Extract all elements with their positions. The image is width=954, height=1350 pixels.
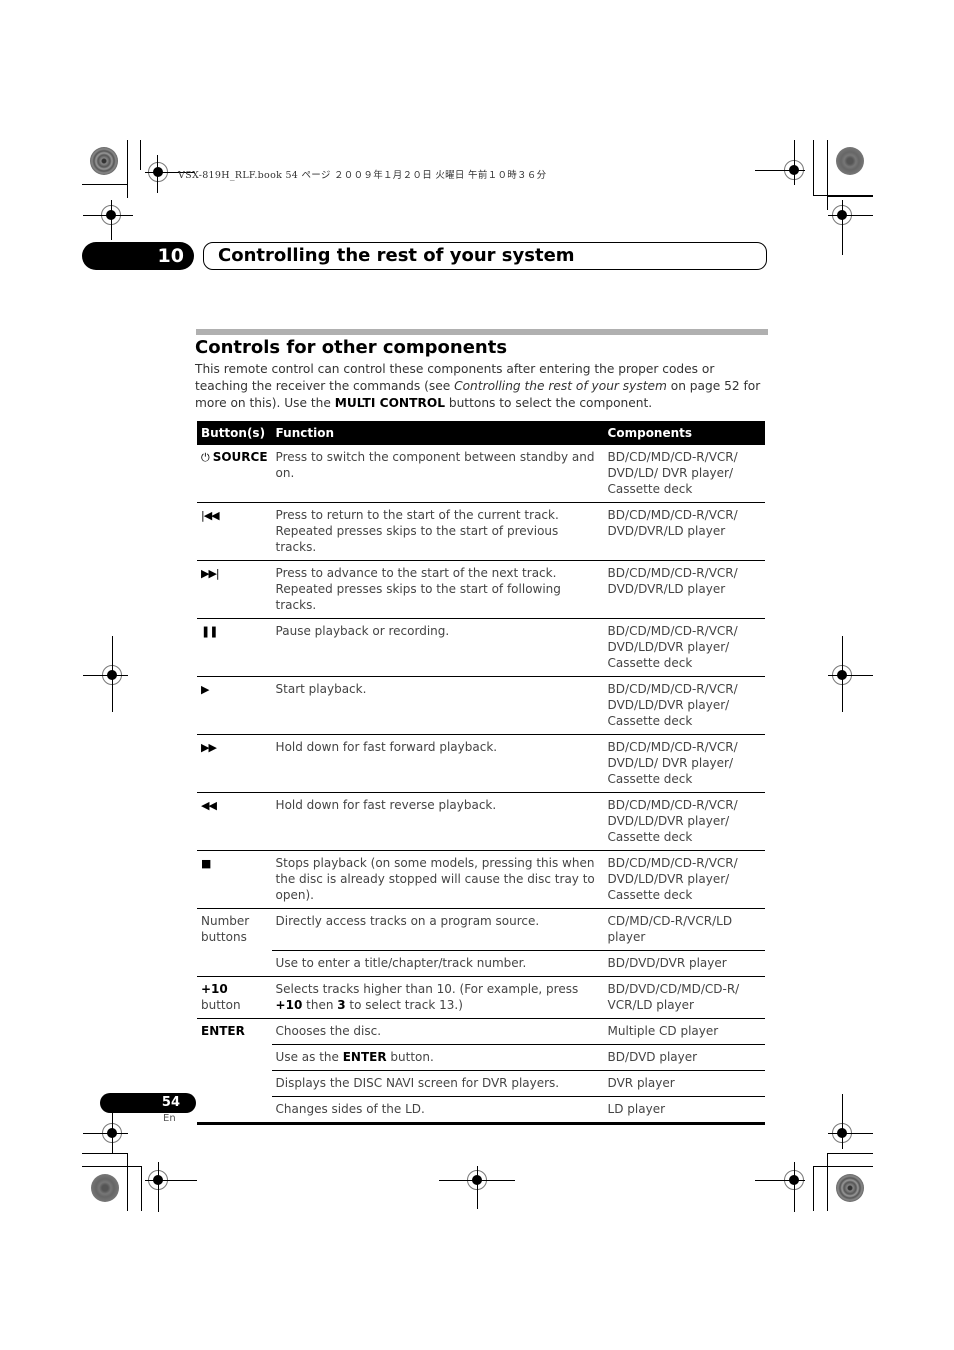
function-cell: Selects tracks higher than 10. (For exam… [271, 976, 604, 1019]
pause-icon: ❚❚ [201, 625, 218, 638]
chapter-title: Controlling the rest of your system [203, 242, 767, 270]
intro-button-name: MULTI CONTROL [334, 396, 445, 410]
table-row: ▶ Start playback. BD/CD/MD/CD-R/VCR/ DVD/L… [197, 676, 765, 735]
color-disc-icon [91, 1174, 119, 1202]
function-cell: Chooses the disc. [271, 1018, 604, 1045]
rewind-icon: ◀◀ [201, 799, 217, 812]
button-cell: ⏻ SOURCE [197, 445, 272, 503]
components-cell: BD/CD/MD/CD-R/VCR/ DVD/LD/DVR player/ Ca… [603, 792, 765, 851]
color-disc-icon [836, 147, 864, 175]
table-row: Changes sides of the LD. LD player [197, 1096, 765, 1125]
function-cell: Hold down for fast reverse playback. [271, 792, 604, 851]
section-divider [196, 329, 768, 335]
table-header-row: Button(s) Function Components [197, 421, 765, 445]
function-cell: Directly access tracks on a program sour… [271, 908, 604, 951]
button-cell: ▶▶| [197, 560, 272, 619]
button-cell: ▶▶ [197, 734, 272, 793]
column-header-function: Function [271, 421, 604, 445]
function-cell: Use to enter a title/chapter/track numbe… [271, 950, 604, 977]
fast-forward-icon: ▶▶ [201, 741, 217, 754]
function-button-ref: 3 [337, 998, 346, 1012]
button-label: SOURCE [212, 450, 268, 464]
button-cell: ❚❚ [197, 618, 272, 677]
function-text: Selects tracks higher than 10. (For exam… [275, 982, 579, 996]
button-cell: ◀◀ [197, 792, 272, 851]
column-header-components: Components [603, 421, 765, 445]
components-cell: Multiple CD player [603, 1018, 765, 1045]
table-row: Use as the ENTER button. BD/DVD player [197, 1044, 765, 1071]
components-cell: BD/CD/MD/CD-R/VCR/ DVD/LD/DVR player/ Ca… [603, 850, 765, 909]
color-disc-icon [90, 147, 118, 175]
table-row: Number buttons Directly access tracks on… [197, 908, 765, 977]
table-row: ▶▶| Press to advance to the start of the … [197, 560, 765, 619]
section-title: Controls for other components [195, 337, 508, 358]
components-cell: BD/CD/MD/CD-R/VCR/ DVD/LD/ DVR player/ C… [603, 734, 765, 793]
button-cell: ▶ [197, 676, 272, 735]
stop-icon: ■ [201, 857, 211, 870]
table-row: ▶▶ Hold down for fast forward playback. BD… [197, 734, 765, 793]
button-cell: |◀◀ [197, 502, 272, 561]
function-button-ref: +10 [275, 998, 303, 1012]
button-label-suffix: button [201, 998, 241, 1012]
print-header-stamp: VSX-819H_RLF.book 54 ページ ２００９年１月２０日 火曜日 … [178, 170, 547, 181]
function-cell: Displays the DISC NAVI screen for DVR pl… [271, 1070, 604, 1097]
components-cell: CD/MD/CD-R/VCR/LD player [603, 908, 765, 951]
table-row: ■ Stops playback (on some models, pressin… [197, 850, 765, 909]
button-cell: ENTER [197, 1018, 272, 1125]
button-cell: Number buttons [197, 908, 272, 977]
function-cell: Press to return to the start of the curr… [271, 502, 604, 561]
components-cell: BD/CD/MD/CD-R/VCR/ DVD/DVR/LD player [603, 502, 765, 561]
function-text: then [302, 998, 338, 1012]
power-icon: ⏻ [201, 451, 210, 464]
section-intro: This remote control can control these co… [195, 361, 769, 412]
button-cell: +10 button [197, 976, 272, 1019]
play-icon: ▶ [201, 683, 210, 696]
components-cell: BD/DVD player [603, 1044, 765, 1071]
function-text: button. [386, 1050, 434, 1064]
components-cell: BD/CD/MD/CD-R/VCR/ DVD/LD/DVR player/ Ca… [603, 676, 765, 735]
function-cell: Use as the ENTER button. [271, 1044, 604, 1071]
function-cell: Hold down for fast forward playback. [271, 734, 604, 793]
page-number: 54 [100, 1093, 196, 1113]
components-cell: BD/DVD/DVR player [603, 950, 765, 977]
controls-table: Button(s) Function Components ⏻ SOURCE Pre… [197, 421, 765, 1125]
components-cell: LD player [603, 1096, 765, 1125]
function-text: Use as the [275, 1050, 343, 1064]
previous-track-icon: |◀◀ [201, 509, 220, 522]
table-row: Use to enter a title/chapter/track numbe… [197, 950, 765, 977]
components-cell: BD/CD/MD/CD-R/VCR/ DVD/DVR/LD player [603, 560, 765, 619]
table-row: ❚❚ Pause playback or recording. BD/CD/MD/C… [197, 618, 765, 677]
column-header-buttons: Button(s) [197, 421, 272, 445]
table-row: |◀◀ Press to return to the start of the c… [197, 502, 765, 561]
function-cell: Changes sides of the LD. [271, 1096, 604, 1125]
components-cell: BD/CD/MD/CD-R/VCR/ DVD/LD/ DVR player/ C… [603, 445, 765, 503]
next-track-icon: ▶▶| [201, 567, 220, 580]
intro-cross-reference: Controlling the rest of your system [454, 379, 667, 393]
components-cell: BD/DVD/CD/MD/CD-R/ VCR/LD player [603, 976, 765, 1019]
button-label: +10 [201, 982, 228, 996]
table-row: Displays the DISC NAVI screen for DVR pl… [197, 1070, 765, 1097]
table-row: ⏻ SOURCE Press to switch the component bet… [197, 445, 765, 503]
page-language: En [163, 1113, 176, 1124]
components-cell: DVR player [603, 1070, 765, 1097]
function-cell: Stops playback (on some models, pressing… [271, 850, 604, 909]
function-cell: Press to switch the component between st… [271, 445, 604, 503]
table-row: ENTER Chooses the disc. Multiple CD play… [197, 1018, 765, 1125]
function-cell: Pause playback or recording. [271, 618, 604, 677]
button-cell: ■ [197, 850, 272, 909]
function-cell: Start playback. [271, 676, 604, 735]
color-disc-icon [836, 1174, 864, 1202]
function-text: to select track 13.) [345, 998, 463, 1012]
components-cell: BD/CD/MD/CD-R/VCR/ DVD/LD/DVR player/ Ca… [603, 618, 765, 677]
table-row: +10 button Selects tracks higher than 10… [197, 976, 765, 1019]
chapter-number: 10 [82, 242, 194, 270]
intro-text: buttons to select the component. [444, 396, 653, 410]
function-cell: Press to advance to the start of the nex… [271, 560, 604, 619]
table-row: ◀◀ Hold down for fast reverse playback. BD… [197, 792, 765, 851]
function-button-ref: ENTER [342, 1050, 387, 1064]
